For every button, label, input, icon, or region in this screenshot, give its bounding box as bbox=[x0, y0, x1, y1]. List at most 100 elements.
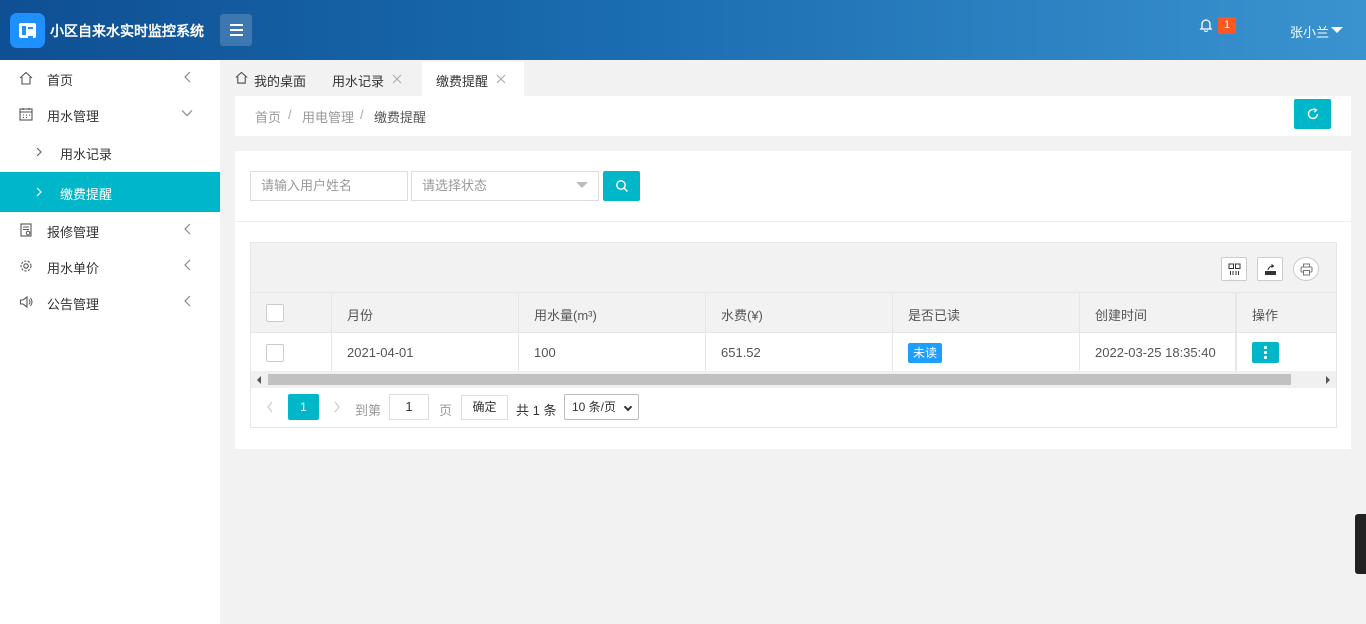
home-icon bbox=[19, 71, 33, 85]
breadcrumb-item[interactable]: 用电管理 bbox=[302, 107, 354, 126]
gear-icon bbox=[20, 260, 32, 272]
header-cell: 水费(¥) bbox=[706, 293, 893, 332]
chevron-down-icon bbox=[181, 110, 193, 117]
page-number-current[interactable]: 1 bbox=[288, 394, 319, 420]
chevron-left-icon bbox=[184, 71, 191, 83]
refresh-button[interactable] bbox=[1294, 99, 1331, 129]
sidebar-item-water-management[interactable]: 用水管理 bbox=[0, 96, 220, 132]
table-toolbar bbox=[251, 243, 1336, 293]
header-cell: 用水量(m³) bbox=[519, 293, 706, 332]
table-header: 月份 用水量(m³) 水费(¥) 是否已读 创建时间 操作 bbox=[251, 293, 1336, 333]
app-logo-icon bbox=[10, 13, 45, 48]
chevron-right-icon bbox=[36, 187, 42, 197]
row-cell: 100 bbox=[519, 333, 706, 371]
page-unit-label: 页 bbox=[439, 403, 453, 418]
caret-down-icon[interactable] bbox=[1331, 27, 1343, 33]
data-table: 月份 用水量(m³) 水费(¥) 是否已读 创建时间 操作 2021-04-01… bbox=[250, 242, 1337, 428]
breadcrumb-separator: / bbox=[360, 107, 364, 122]
chevron-left-icon bbox=[184, 295, 191, 307]
tab-label: 缴费提醒 bbox=[436, 74, 489, 89]
horizontal-scrollbar[interactable] bbox=[251, 371, 1336, 388]
top-header: 小区自来水实时监控系统 1 张小兰 bbox=[0, 0, 1366, 60]
cell-fee: 651.52 bbox=[721, 345, 761, 360]
export-icon bbox=[1265, 264, 1276, 275]
row-cell: 651.52 bbox=[706, 333, 893, 371]
row-cell-select bbox=[251, 333, 332, 371]
user-name[interactable]: 张小兰 bbox=[1290, 22, 1329, 41]
grid-icon bbox=[1228, 263, 1241, 275]
pagination: 1 到第 1 页 确定 共 1 条 10 条/页 bbox=[251, 388, 1336, 428]
print-icon bbox=[1300, 263, 1313, 276]
close-icon[interactable] bbox=[392, 74, 402, 84]
column-header-read-status[interactable]: 是否已读 bbox=[908, 305, 960, 324]
export-button[interactable] bbox=[1257, 257, 1283, 281]
header-cell: 操作 bbox=[1236, 293, 1336, 332]
column-header-fee[interactable]: 水费(¥) bbox=[721, 305, 763, 324]
row-cell: 未读 bbox=[893, 333, 1080, 371]
prev-page-icon[interactable] bbox=[266, 401, 274, 413]
next-page-icon[interactable] bbox=[333, 401, 341, 413]
scrollbar-thumb[interactable] bbox=[268, 374, 1291, 385]
goto-confirm-button[interactable]: 确定 bbox=[461, 395, 508, 420]
row-cell: 2022-03-25 18:35:40 bbox=[1080, 333, 1236, 371]
more-actions-button[interactable] bbox=[1252, 342, 1279, 363]
column-header-month[interactable]: 月份 bbox=[347, 305, 373, 324]
user-name-search-input[interactable]: 请输入用户姓名 bbox=[250, 171, 408, 201]
menu-toggle-button[interactable] bbox=[220, 14, 252, 46]
sidebar-item-water-price[interactable]: 用水单价 bbox=[0, 248, 220, 284]
sidebar-item-label: 用水管理 bbox=[47, 109, 100, 124]
header-cell-select bbox=[251, 293, 332, 332]
side-widget-handle[interactable] bbox=[1355, 514, 1366, 574]
status-badge: 未读 bbox=[908, 343, 943, 363]
page-size-select[interactable]: 10 条/页 bbox=[564, 394, 639, 420]
tab-my-desktop[interactable]: 我的桌面 bbox=[220, 62, 320, 96]
sidebar: 首页 用水管理 用水记录 缴费提醒 报修管理 用水单价 公告管理 bbox=[0, 60, 220, 624]
tab-bar: 我的桌面 用水记录 缴费提醒 bbox=[220, 60, 1366, 96]
refresh-icon bbox=[1307, 107, 1319, 120]
sidebar-item-label: 报修管理 bbox=[47, 225, 100, 240]
cell-month: 2021-04-01 bbox=[347, 345, 414, 360]
row-checkbox[interactable] bbox=[266, 344, 284, 362]
sidebar-item-repair-management[interactable]: 报修管理 bbox=[0, 212, 220, 248]
speaker-icon bbox=[19, 295, 33, 309]
cell-usage: 100 bbox=[534, 345, 556, 360]
columns-filter-button[interactable] bbox=[1221, 257, 1247, 281]
scroll-left-icon[interactable] bbox=[257, 376, 261, 384]
breadcrumb-item: 缴费提醒 bbox=[374, 110, 427, 125]
caret-down-icon bbox=[576, 182, 588, 188]
chevron-left-icon bbox=[184, 223, 191, 235]
notification-badge: 1 bbox=[1218, 17, 1236, 34]
sidebar-subitem-payment-reminder[interactable]: 缴费提醒 bbox=[0, 172, 220, 212]
app-title: 小区自来水实时监控系统 bbox=[50, 23, 204, 39]
sidebar-subitem-water-records[interactable]: 用水记录 bbox=[0, 132, 220, 172]
search-button[interactable] bbox=[603, 171, 640, 201]
chevron-left-icon bbox=[184, 259, 191, 271]
breadcrumb-item[interactable]: 首页 bbox=[255, 107, 281, 126]
goto-label: 到第 bbox=[355, 403, 382, 418]
sidebar-item-home[interactable]: 首页 bbox=[0, 60, 220, 96]
select-all-checkbox[interactable] bbox=[266, 304, 284, 322]
tab-label: 我的桌面 bbox=[254, 74, 307, 89]
bell-icon[interactable] bbox=[1199, 18, 1213, 32]
close-icon[interactable] bbox=[496, 74, 506, 84]
breadcrumb: 首页 / 用电管理 / 缴费提醒 bbox=[235, 96, 1351, 136]
column-header-usage[interactable]: 用水量(m³) bbox=[534, 305, 597, 324]
file-icon bbox=[20, 223, 32, 237]
tab-water-records[interactable]: 用水记录 bbox=[320, 62, 420, 96]
column-header-created[interactable]: 创建时间 bbox=[1095, 305, 1147, 324]
search-icon bbox=[616, 180, 629, 193]
sidebar-item-label: 公告管理 bbox=[47, 297, 100, 312]
tab-payment-reminder[interactable]: 缴费提醒 bbox=[422, 62, 524, 96]
table-row: 2021-04-01 100 651.52 未读 2022-03-25 18:3… bbox=[251, 333, 1336, 371]
sidebar-item-announcements[interactable]: 公告管理 bbox=[0, 284, 220, 320]
goto-page-input[interactable]: 1 bbox=[389, 394, 429, 420]
home-icon bbox=[235, 71, 248, 84]
search-form: 请输入用户姓名 请选择状态 bbox=[235, 151, 1351, 222]
scroll-right-icon[interactable] bbox=[1326, 376, 1330, 384]
sidebar-item-label: 用水单价 bbox=[47, 261, 100, 276]
header-cell: 月份 bbox=[332, 293, 519, 332]
status-select[interactable]: 请选择状态 bbox=[411, 171, 599, 201]
print-button[interactable] bbox=[1293, 257, 1319, 281]
column-header-actions: 操作 bbox=[1252, 308, 1279, 323]
chevron-down-icon bbox=[623, 402, 633, 412]
